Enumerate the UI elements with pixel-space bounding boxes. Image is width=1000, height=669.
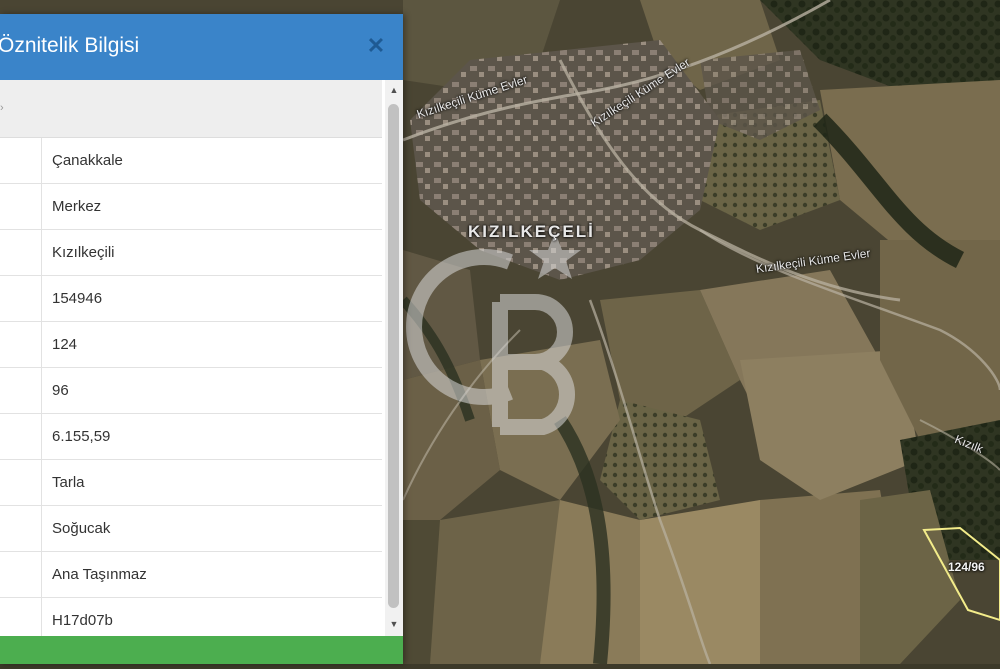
attribute-key-cell xyxy=(0,368,42,413)
table-row: 6.155,59 xyxy=(0,414,382,460)
attribute-table: › Çanakkale Merkez Kızılkeçili 154946 124 96 6… xyxy=(0,80,386,636)
cb-logo-watermark xyxy=(406,232,581,435)
table-scrollbar[interactable]: ▲ ▼ xyxy=(385,80,403,636)
village-label: KIZILKEÇELİ xyxy=(468,222,595,241)
table-row: 124 xyxy=(0,322,382,368)
group-marker-icon: › xyxy=(0,102,4,114)
attribute-key-cell xyxy=(0,322,42,367)
attribute-value: 96 xyxy=(52,382,69,399)
attribute-value: Soğucak xyxy=(52,520,111,537)
close-icon[interactable]: ✕ xyxy=(364,34,388,58)
attribute-key-cell xyxy=(0,276,42,321)
table-row: Kızılkeçili xyxy=(0,230,382,276)
attribute-key-cell xyxy=(0,184,42,229)
attribute-key-cell xyxy=(0,414,42,459)
attribute-value: Çanakkale xyxy=(52,152,123,169)
scroll-down-arrow-icon[interactable]: ▼ xyxy=(385,616,403,632)
attribute-value: Ana Taşınmaz xyxy=(52,566,147,583)
attribute-value: 154946 xyxy=(52,290,103,307)
table-row: 154946 xyxy=(0,276,382,322)
table-row: Soğucak xyxy=(0,506,382,552)
table-group-header: › xyxy=(0,80,382,138)
attribute-value: H17d07b xyxy=(52,612,113,629)
table-row: Tarla xyxy=(0,460,382,506)
table-row: 96 xyxy=(0,368,382,414)
attribute-value: Tarla xyxy=(52,474,85,491)
table-row: H17d07b xyxy=(0,598,382,636)
attribute-value: 6.155,59 xyxy=(52,428,111,445)
scroll-thumb[interactable] xyxy=(388,104,399,608)
panel-header: Öznitelik Bilgisi ✕ xyxy=(0,14,403,80)
panel-title: Öznitelik Bilgisi xyxy=(0,34,140,57)
attribute-value: Merkez xyxy=(52,198,102,215)
table-row: Çanakkale xyxy=(0,138,382,184)
attribute-key-cell xyxy=(0,506,42,551)
attribute-value: 124 xyxy=(52,336,78,353)
parcel-label: 124/96 xyxy=(948,560,985,574)
attribute-key-cell xyxy=(0,230,42,275)
attribute-value: Kızılkeçili xyxy=(52,244,115,261)
attribute-panel: Öznitelik Bilgisi ✕ › Çanakkale Merkez Kız… xyxy=(0,14,403,664)
attribute-key-cell xyxy=(0,138,42,183)
scroll-up-arrow-icon[interactable]: ▲ xyxy=(385,82,403,98)
attribute-key-cell xyxy=(0,598,42,636)
panel-footer-bar xyxy=(0,636,403,664)
table-row: Merkez xyxy=(0,184,382,230)
attribute-key-cell xyxy=(0,552,42,597)
attribute-key-cell xyxy=(0,460,42,505)
table-row: Ana Taşınmaz xyxy=(0,552,382,598)
